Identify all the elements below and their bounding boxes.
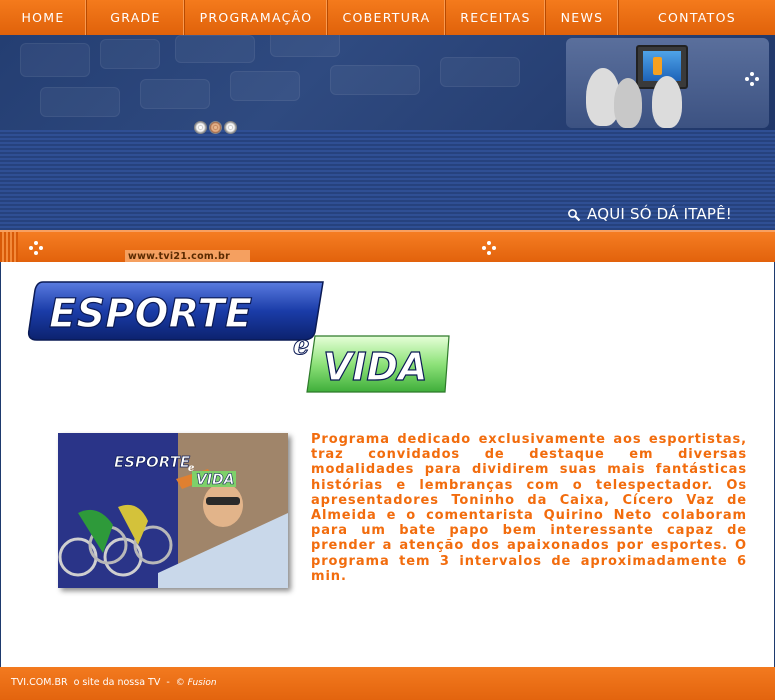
footer-credit[interactable]: © Fusion xyxy=(176,678,217,688)
dots-icon xyxy=(482,241,496,255)
logo-word-esporte: ESPORTE xyxy=(49,291,252,337)
footer: TVI.COM.BR o site da nossa TV - © Fusion xyxy=(0,667,775,700)
dots-icon xyxy=(29,241,43,255)
dots-icon xyxy=(745,72,759,86)
photo-logo-vida: VIDA xyxy=(196,472,235,488)
footer-site[interactable]: TVI.COM.BR xyxy=(11,677,68,688)
film-reel-icon xyxy=(224,121,237,134)
program-logo: ESPORTE e VIDA xyxy=(27,281,450,393)
header-banner: AQUI SÓ DÁ ITAPÊ! xyxy=(0,35,775,230)
nav-news[interactable]: NEWS xyxy=(546,0,619,35)
site-url-bar: www.tvi21.com.br xyxy=(0,230,775,264)
logo-word-e: e xyxy=(293,331,310,361)
logo-word-vida: VIDA xyxy=(323,345,428,389)
site-url[interactable]: www.tvi21.com.br xyxy=(128,251,230,262)
nav-receitas[interactable]: RECEITAS xyxy=(446,0,546,35)
program-description: Programa dedicado exclusivamente aos esp… xyxy=(311,432,747,584)
nav-grade[interactable]: GRADE xyxy=(87,0,185,35)
nav-contatos[interactable]: CONTATOS xyxy=(619,0,775,35)
film-reel-icon xyxy=(209,121,222,134)
film-reel-icon xyxy=(194,121,207,134)
nav-cobertura[interactable]: COBERTURA xyxy=(328,0,446,35)
film-reels xyxy=(194,121,237,134)
main-content: ESPORTE e VIDA ESPORTE e VIDA Programa d… xyxy=(0,262,775,667)
top-navigation: HOME GRADE PROGRAMAÇÃO COBERTURA RECEITA… xyxy=(0,0,775,35)
children-watching-tv-image xyxy=(566,38,769,128)
magnifier-icon xyxy=(567,207,581,222)
footer-separator: - xyxy=(166,677,170,688)
photo-logo-esporte: ESPORTE xyxy=(114,453,191,471)
nav-home[interactable]: HOME xyxy=(0,0,87,35)
tagline-text: AQUI SÓ DÁ ITAPÊ! xyxy=(587,205,733,223)
tagline: AQUI SÓ DÁ ITAPÊ! xyxy=(567,205,732,223)
nav-programacao[interactable]: PROGRAMAÇÃO xyxy=(185,0,328,35)
tab-stripes xyxy=(0,232,18,264)
footer-slogan: o site da nossa TV xyxy=(73,677,161,688)
program-photo: ESPORTE e VIDA xyxy=(58,433,288,588)
